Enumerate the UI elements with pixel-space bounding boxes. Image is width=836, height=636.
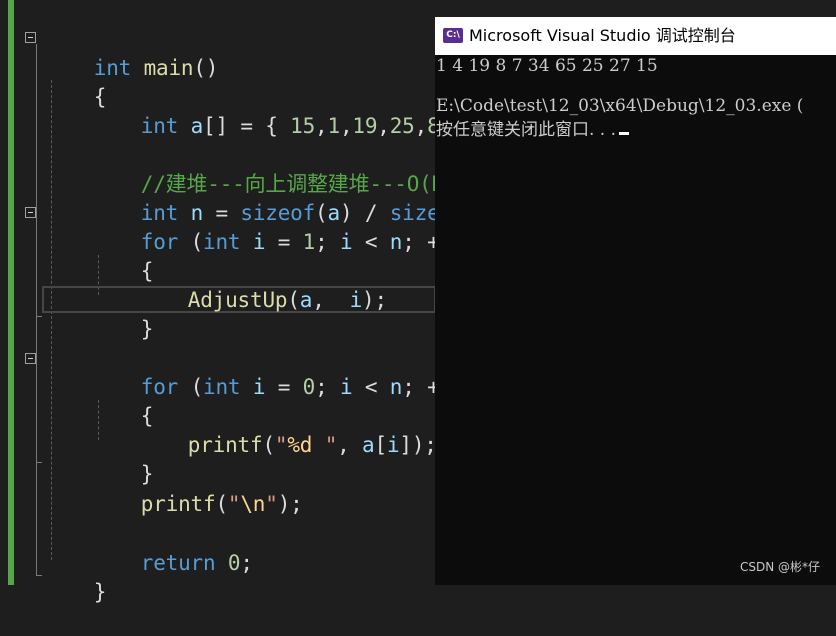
watermark: CSDN @彬*仔	[739, 560, 820, 574]
code-line-9: }	[140, 317, 154, 341]
change-tracking-bar	[8, 0, 14, 585]
code-line-2: {	[93, 85, 107, 109]
code-line-12: printf("%d ", a[i]);	[187, 433, 437, 457]
code-line-1: int main()	[93, 56, 219, 80]
collapse-for-loop-2-icon[interactable]	[25, 353, 36, 364]
code-line-13: }	[140, 462, 154, 486]
console-cursor	[619, 132, 630, 135]
console-title-bar[interactable]: C:\ Microsoft Visual Studio 调试控制台	[435, 17, 836, 55]
code-line-7: {	[140, 259, 154, 283]
console-app-icon: C:\	[443, 28, 463, 43]
code-line-11: {	[140, 404, 154, 428]
code-line-10: for (int i = 0; i < n; ++i)	[140, 375, 477, 399]
indent-guide	[51, 80, 52, 560]
code-line-4: //建堆---向上调整建堆---O(N*L	[91, 141, 469, 196]
console-exit-line: E:\Code\test\12_03\x64\Debug\12_03.exe (	[436, 96, 804, 116]
fold-outline-end	[36, 316, 42, 317]
console-output-line: 1 4 19 8 7 34 65 25 27 15	[436, 56, 658, 76]
fold-outline	[36, 365, 37, 462]
code-line-15: return 0;	[140, 551, 253, 575]
collapse-main-icon[interactable]	[25, 32, 36, 43]
code-line-14: printf("\n");	[140, 492, 303, 516]
console-prompt-line: 按任意键关闭此窗口. . .	[436, 118, 630, 142]
console-title: Microsoft Visual Studio 调试控制台	[469, 26, 736, 45]
fold-outline-end	[36, 575, 42, 576]
code-line-6: for (int i = 1; i < n; ++i)	[140, 230, 477, 254]
console-prompt-text: 按任意键关闭此窗口. . .	[436, 120, 617, 140]
code-line-8: AdjustUp(a, i);	[187, 288, 387, 312]
debug-console-window[interactable]: C:\ Microsoft Visual Studio 调试控制台 1 4 19…	[435, 17, 836, 585]
function-name: main	[143, 56, 194, 80]
code-line-16: }	[93, 580, 107, 604]
fold-outline	[36, 219, 37, 316]
collapse-for-loop-1-icon[interactable]	[25, 207, 36, 218]
fold-outline-end	[36, 462, 42, 463]
